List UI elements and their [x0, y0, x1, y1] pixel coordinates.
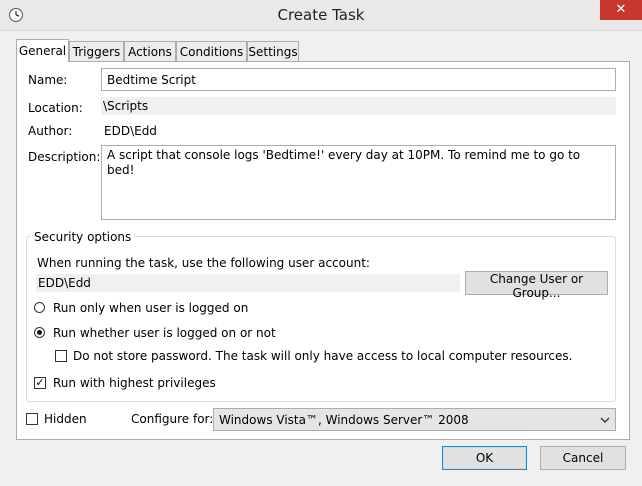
close-icon: ✕: [615, 2, 627, 17]
tab-triggers[interactable]: Triggers: [69, 41, 124, 61]
run-whether-radio[interactable]: [34, 327, 45, 338]
hidden-label[interactable]: Hidden: [44, 411, 87, 427]
location-value: \Scripts: [101, 97, 616, 115]
cancel-button[interactable]: Cancel: [540, 446, 626, 470]
chevron-down-icon: [599, 412, 611, 428]
run-logged-on-radio[interactable]: [34, 302, 45, 313]
account-value: EDD\Edd: [36, 274, 460, 292]
name-input[interactable]: [101, 68, 616, 91]
window-title: Create Task: [277, 6, 365, 24]
name-label: Name:: [28, 73, 68, 87]
checkmark-icon: ✓: [35, 376, 45, 389]
description-label: Description:: [28, 150, 101, 164]
security-options-title: Security options: [31, 229, 135, 245]
configure-for-select[interactable]: Windows Vista™, Windows Server™ 2008: [213, 408, 616, 431]
location-label: Location:: [28, 101, 83, 115]
tab-conditions[interactable]: Conditions: [176, 41, 247, 61]
author-label: Author:: [28, 124, 73, 138]
tab-actions[interactable]: Actions: [124, 41, 176, 61]
tab-general[interactable]: General: [16, 39, 69, 62]
close-button[interactable]: ✕: [600, 0, 642, 20]
highest-privileges-label[interactable]: Run with highest privileges: [53, 375, 216, 391]
no-store-password-label[interactable]: Do not store password. The task will onl…: [73, 348, 572, 364]
run-whether-label[interactable]: Run whether user is logged on or not: [53, 325, 276, 341]
description-textarea[interactable]: A script that console logs 'Bedtime!' ev…: [101, 145, 616, 220]
author-value: EDD\Edd: [104, 124, 157, 138]
run-logged-on-label[interactable]: Run only when user is logged on: [53, 300, 248, 316]
tab-settings[interactable]: Settings: [247, 41, 299, 61]
configure-for-label: Configure for:: [131, 412, 214, 426]
highest-privileges-checkbox[interactable]: ✓: [34, 377, 46, 389]
configure-for-value: Windows Vista™, Windows Server™ 2008: [219, 413, 469, 427]
no-store-password-checkbox[interactable]: [55, 350, 67, 362]
change-user-button[interactable]: Change User or Group...: [465, 271, 608, 300]
account-prompt: When running the task, use the following…: [37, 256, 370, 270]
hidden-checkbox[interactable]: [26, 413, 38, 425]
ok-button[interactable]: OK: [442, 446, 527, 470]
